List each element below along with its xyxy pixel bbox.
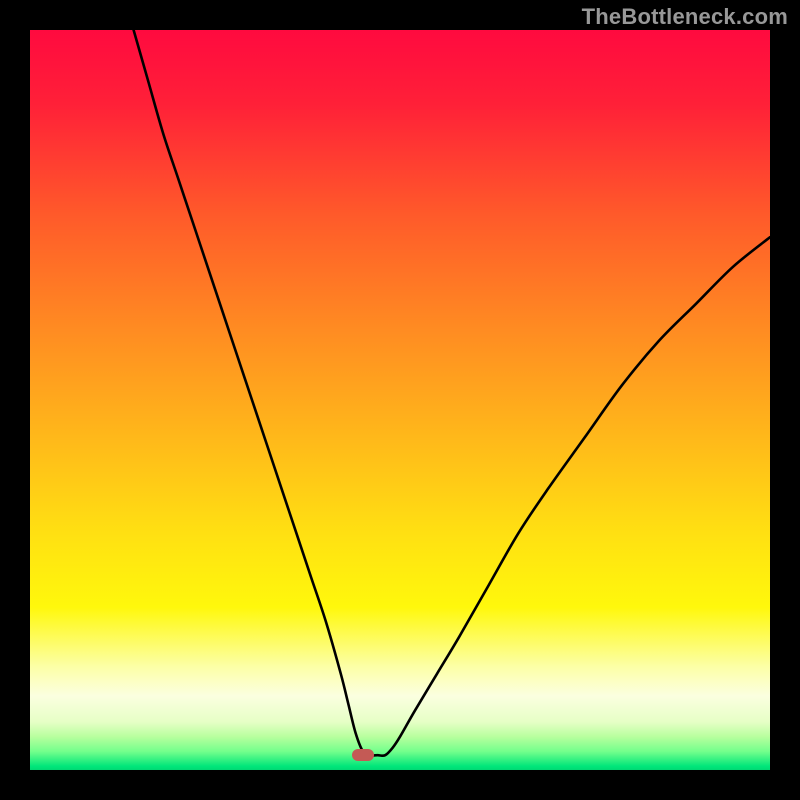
watermark-label: TheBottleneck.com (582, 4, 788, 30)
optimal-point-marker (352, 749, 374, 761)
background-gradient (30, 30, 770, 770)
plot-area (30, 30, 770, 770)
chart-frame: TheBottleneck.com (0, 0, 800, 800)
